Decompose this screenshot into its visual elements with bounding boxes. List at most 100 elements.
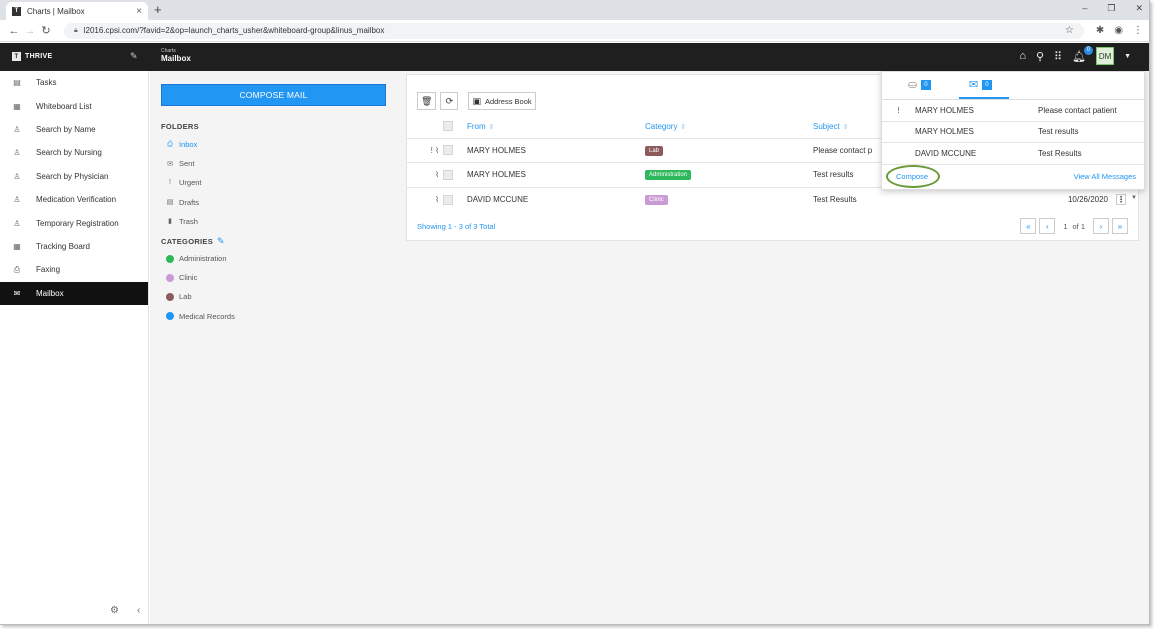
registration-icon: ♙ (13, 218, 21, 228)
sidebar-item-tracking-board[interactable]: ▦ Tracking Board (0, 235, 148, 258)
back-icon[interactable]: ← (6, 25, 22, 37)
lock-icon: 🔒︎ (74, 26, 78, 34)
category-column-header[interactable]: Category ⇕ (645, 115, 813, 138)
bookmark-star-icon[interactable]: ☆ (1065, 25, 1074, 36)
compose-link[interactable]: Compose (886, 165, 941, 188)
tab-inbox-notifications[interactable]: ⛀ 0 (908, 78, 931, 91)
notification-subject: Please contact patient (1038, 105, 1117, 115)
tab-mail-notifications[interactable]: ✉ 0 (969, 78, 992, 91)
last-page-button[interactable]: » (1112, 218, 1128, 234)
folder-urgent[interactable]: ! Urgent (166, 173, 202, 192)
edit-categories-icon[interactable]: ✎ (217, 236, 225, 247)
address-book-button[interactable]: ▣ Address Book (468, 92, 536, 110)
notification-from: DAVID MCCUNE (915, 148, 977, 158)
chevron-down-icon[interactable]: ▼ (1124, 53, 1131, 60)
first-page-button[interactable]: « (1020, 218, 1037, 234)
select-all-header (443, 115, 467, 138)
brand[interactable]: T THRIVE (12, 52, 52, 61)
browser-menu-icon[interactable]: ⋮ (1133, 25, 1143, 36)
sidebar-item-faxing[interactable]: ⎙ Faxing (0, 258, 148, 281)
from-column-header[interactable]: From ⇕ (467, 115, 645, 138)
physician-search-icon: ♙ (13, 171, 21, 181)
sidebar-item-search-by-name[interactable]: ♙ Search by Name (0, 118, 148, 141)
pin-icon[interactable]: ✎ (130, 51, 138, 62)
row-flags: ⌇ (407, 162, 443, 187)
compose-mail-button[interactable]: COMPOSE MAIL (161, 84, 386, 106)
category-color-dot (166, 312, 174, 321)
delete-button[interactable]: 🗑︎ (417, 92, 437, 110)
category-medical-records[interactable]: Medical Records (166, 307, 235, 326)
category-label: Lab (179, 292, 192, 302)
gear-icon[interactable]: ⚙ (110, 605, 119, 616)
row-checkbox[interactable] (443, 194, 453, 205)
highlight-ring (886, 165, 941, 188)
apps-grid-icon[interactable]: ⠿ (1054, 50, 1062, 63)
page-of: of 1 (1072, 221, 1085, 231)
category-header-label: Category (645, 121, 678, 131)
folder-sent[interactable]: ✉ Sent (166, 154, 202, 173)
sidebar-item-search-by-physician[interactable]: ♙ Search by Physician (0, 165, 148, 188)
notification-subject: Test Results (1038, 148, 1082, 158)
table-row[interactable]: ⌇ DAVID MCCUNE Clinic Test Results 10/26/202… (407, 186, 1140, 212)
category-color-dot (166, 292, 174, 301)
search-icon[interactable]: ⚲ (1036, 50, 1044, 63)
row-from: MARY HOLMES (467, 162, 645, 187)
folder-drafts[interactable]: ▤ Drafts (166, 193, 202, 212)
minimize-icon[interactable]: – (1082, 3, 1087, 14)
whiteboard-icon: ▦ (13, 101, 21, 111)
from-header-label: From (467, 121, 486, 131)
profile-icon[interactable]: ◉ (1114, 25, 1123, 36)
row-select (443, 162, 467, 187)
mail-toolbar: 🗑︎ ⟳ ▣ Address Book (417, 92, 536, 110)
sidebar-item-whiteboard-list[interactable]: ▦ Whiteboard List (0, 94, 148, 117)
folder-inbox[interactable]: ⎙ Inbox (166, 135, 202, 154)
forward-icon[interactable]: → (22, 25, 38, 37)
sidebar-item-search-by-nursing[interactable]: ♙ Search by Nursing (0, 141, 148, 164)
refresh-button[interactable]: ⟳ (440, 92, 459, 110)
close-window-icon[interactable]: ✕ (1135, 3, 1143, 14)
reload-icon[interactable]: ↻ (38, 24, 54, 37)
category-clinic[interactable]: Clinic (166, 268, 235, 287)
restore-icon[interactable]: ❐ (1107, 3, 1115, 14)
flags-header (407, 115, 443, 138)
row-menu-icon[interactable]: ⋮ (1116, 194, 1126, 205)
showing-count: Showing 1 - 3 of 3 Total (417, 222, 496, 231)
sidebar-item-tasks[interactable]: ▤ Tasks (0, 71, 148, 94)
sidebar-item-label: Faxing (36, 265, 61, 275)
close-icon[interactable]: × (136, 6, 142, 17)
app-window: T Charts | Mailbox × + – ❐ ✕ ← → ↻ 🔒︎ l2… (0, 0, 1150, 625)
notification-item[interactable]: DAVID MCCUNE Test Results (882, 143, 1144, 165)
select-all-checkbox[interactable] (443, 121, 453, 132)
bell-icon[interactable]: 🔔︎ 0 (1072, 45, 1094, 63)
notification-item[interactable]: MARY HOLMES Test results (882, 122, 1144, 143)
tracking-board-icon: ▦ (13, 241, 21, 251)
sidebar-item-mailbox[interactable]: ✉ Mailbox (0, 281, 148, 305)
extensions-icon[interactable]: ✱ (1096, 25, 1104, 36)
sidebar-item-temporary-registration[interactable]: ♙ Temporary Registration (0, 211, 148, 234)
sent-icon: ✉ (167, 160, 173, 168)
breadcrumb: Charts Mailbox (161, 49, 191, 63)
avatar[interactable]: DM (1096, 47, 1115, 65)
row-checkbox[interactable] (443, 169, 453, 180)
collapse-sidebar-icon[interactable]: ‹ (137, 605, 140, 616)
category-lab[interactable]: Lab (166, 287, 235, 306)
new-tab-icon[interactable]: + (154, 2, 162, 17)
scroll-down-icon[interactable]: ▼ (1131, 195, 1137, 201)
next-page-button[interactable]: › (1093, 218, 1109, 234)
page-info: 1 of 1 (1058, 222, 1090, 231)
prev-page-button[interactable]: ‹ (1039, 218, 1056, 234)
address-book-icon: ▣ (472, 95, 481, 106)
sidebar-item-medication-verification[interactable]: ♙ Medication Verification (0, 188, 148, 211)
row-checkbox[interactable] (443, 145, 453, 156)
view-all-messages-link[interactable]: View All Messages (1074, 172, 1136, 181)
category-color-dot (166, 254, 174, 263)
category-administration[interactable]: Administration (166, 249, 235, 268)
address-bar[interactable]: 🔒︎ l2016.cpsi.com/?favid=2&op=launch_cha… (64, 22, 1084, 39)
refresh-icon: ⟳ (445, 95, 454, 106)
notification-item[interactable]: ! MARY HOLMES Please contact patient (882, 100, 1144, 122)
home-icon[interactable]: ⌂ (1019, 50, 1026, 62)
browser-tab[interactable]: T Charts | Mailbox × (6, 2, 148, 20)
current-page[interactable]: 1 (1063, 222, 1067, 231)
folder-trash[interactable]: ▮ Trash (166, 212, 202, 231)
browser-tabbar: T Charts | Mailbox × + – ❐ ✕ (0, 0, 1149, 20)
